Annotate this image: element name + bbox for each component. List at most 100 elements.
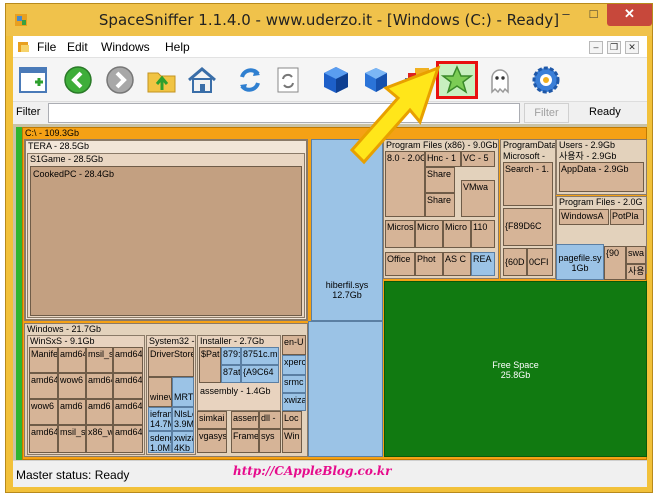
pfx86-cell[interactable]: VC - 5 (461, 151, 495, 167)
maximize-button[interactable]: □ (580, 4, 607, 26)
winsxs-cell[interactable]: amd64 (58, 347, 86, 373)
system32-cell[interactable]: DriverStore (148, 347, 194, 377)
menu-windows[interactable]: Windows (101, 40, 150, 54)
tera-folder[interactable]: TERA - 28.5Gb S1Game - 28.5Gb CookedPC -… (24, 139, 308, 321)
pagefile-file[interactable]: pagefile.sy 1Gb (556, 244, 604, 280)
mdi-close-button[interactable]: ✕ (625, 41, 639, 54)
misc-cell[interactable]: dll - (259, 411, 281, 429)
winsxs-cell[interactable]: amd64 (113, 399, 143, 425)
winsxs-cell[interactable]: amd64 (113, 347, 143, 373)
system32-cell[interactable]: winev (148, 377, 172, 407)
winsxs-folder[interactable]: WinSxS - 9.1Gb Manife amd64 msil_s amd64… (27, 335, 145, 455)
document-menu-icon[interactable] (17, 40, 31, 54)
mdi-minimize-button[interactable]: – (589, 41, 603, 54)
installer-cell[interactable]: $Pat (199, 347, 221, 383)
pfx86-cell[interactable]: REA (471, 252, 495, 276)
refresh-icon[interactable] (233, 64, 267, 96)
installer-cell[interactable]: 8751c.m (241, 347, 279, 365)
folder-up-icon[interactable] (145, 64, 179, 96)
winsxs-cell[interactable]: amd64 (29, 373, 58, 399)
pfx86-cell[interactable]: AS C (443, 252, 471, 276)
en-cell[interactable]: en-U (282, 335, 306, 355)
winsxs-cell[interactable]: amd6 (58, 399, 86, 425)
s1game-folder[interactable]: S1Game - 28.5Gb CookedPC - 28.4Gb (27, 153, 305, 318)
status-bar: Master status: Ready http://CAppleBlog.c… (13, 460, 647, 487)
windows-folder[interactable]: Windows - 21.7Gb WinSxS - 9.1Gb Manife a… (24, 323, 308, 457)
en-cell[interactable]: srmc (282, 375, 306, 393)
pfx86-cell[interactable]: Micro (443, 220, 471, 248)
new-window-icon[interactable] (17, 64, 51, 96)
misc-cell[interactable]: Loc (282, 411, 302, 429)
system32-cell[interactable]: xwiza 4Kb (172, 431, 194, 453)
winsxs-cell[interactable]: amd64 (86, 373, 113, 399)
misc-cell[interactable]: assem (231, 411, 259, 429)
small-cell[interactable]: {90 (604, 246, 626, 280)
title-bar[interactable]: SpaceSniffer 1.1.4.0 - www.uderzo.it - [… (6, 4, 652, 36)
winsxs-cell[interactable]: msil_s (86, 347, 113, 373)
rescan-icon[interactable] (271, 64, 305, 96)
small-cell[interactable]: swa (626, 246, 646, 264)
pfx86-cell[interactable]: Micro (415, 220, 443, 248)
installer-folder[interactable]: Installer - 2.7Gb $Pat 879: 8751c.m 87at… (197, 335, 281, 411)
winsxs-cell[interactable]: msil_s (58, 425, 86, 453)
user-profile-label: 사용자 - 2.9Gb (559, 151, 617, 161)
winsxs-cell[interactable]: amd64 (113, 373, 143, 399)
free-space-block[interactable]: Free Space 25.8Gb (384, 281, 647, 457)
winsxs-cell[interactable]: amd64 (29, 425, 58, 453)
pfx86-cell[interactable]: Phot (415, 252, 443, 276)
close-button[interactable]: ✕ (607, 4, 652, 26)
pf-cell[interactable]: WindowsA (559, 209, 609, 225)
treemap-view[interactable]: C:\ - 109.3Gb TERA - 28.5Gb S1Game - 28.… (13, 124, 647, 460)
misc-cell[interactable]: Frame (231, 429, 259, 453)
menu-help[interactable]: Help (165, 40, 190, 54)
ghost-icon[interactable] (483, 64, 517, 96)
back-icon[interactable] (61, 64, 95, 96)
system32-cell[interactable]: sdeng 1.0MI (148, 431, 172, 453)
cookedpc-folder[interactable]: CookedPC - 28.4Gb (30, 166, 302, 316)
filter-input[interactable] (48, 103, 520, 123)
en-cell[interactable]: xwiza (282, 393, 306, 411)
appdata-folder[interactable]: AppData - 2.9Gb (559, 162, 644, 192)
pfx86-cell[interactable]: 110 (471, 220, 495, 248)
system32-folder[interactable]: System32 - DriverStore winev MRT iefram … (146, 335, 196, 455)
winsxs-cell[interactable]: wow6 (58, 373, 86, 399)
pfx86-cell[interactable]: Share (425, 193, 455, 217)
filter-button[interactable]: Filter (524, 103, 569, 123)
system32-cell[interactable]: MRT (172, 377, 194, 407)
mdi-restore-button[interactable]: ❐ (607, 41, 621, 54)
en-cell[interactable]: xperc (282, 355, 306, 375)
winsxs-cell[interactable]: x86_w (86, 425, 113, 453)
winsxs-cell[interactable]: amd6 (86, 399, 113, 425)
misc-cell[interactable]: simkai (197, 411, 227, 429)
installer-cell[interactable]: 87at (221, 365, 241, 383)
pd-cell[interactable]: 0CFI (527, 248, 553, 276)
minimize-button[interactable]: – (552, 4, 580, 26)
misc-cell[interactable]: Win (282, 429, 302, 453)
winsxs-cell[interactable]: Manife (29, 347, 58, 373)
pfx86-cell[interactable]: VMwa (461, 180, 495, 217)
system32-cell[interactable]: NlsLe 3.9MI (172, 407, 194, 431)
pf-cell[interactable]: PotPla (610, 209, 644, 225)
forward-icon[interactable] (103, 64, 137, 96)
pfx86-cell[interactable]: Office (385, 252, 415, 276)
pfx86-cell[interactable]: Micros (385, 220, 415, 248)
pd-cell[interactable]: Search - 1. (503, 162, 553, 206)
winsxs-cell[interactable]: amd64 (113, 425, 143, 453)
programdata-label: ProgramData (503, 140, 555, 150)
programdata-folder[interactable]: ProgramData Microsoft - Search - 1. {F89… (500, 139, 556, 279)
gear-icon[interactable] (529, 64, 563, 96)
pd-cell[interactable]: {60D (503, 248, 527, 276)
users-folder[interactable]: Users - 2.9Gb 사용자 - 2.9Gb AppData - 2.9G… (556, 139, 647, 195)
home-icon[interactable] (185, 64, 219, 96)
winsxs-cell[interactable]: wow6 (29, 399, 58, 425)
system32-cell[interactable]: iefram 14.7M (148, 407, 172, 431)
menu-edit[interactable]: Edit (67, 40, 88, 54)
pd-cell[interactable]: {F89D6C (503, 208, 553, 246)
misc-cell[interactable]: vgasys (197, 429, 227, 453)
menu-file[interactable]: File (37, 40, 56, 54)
blue-cube-icon[interactable] (319, 64, 353, 96)
small-cell[interactable]: 사용 (626, 264, 646, 280)
misc-cell[interactable]: sys (259, 429, 281, 453)
installer-cell[interactable]: 879: (221, 347, 241, 365)
installer-cell[interactable]: {A9C64 (241, 365, 279, 383)
